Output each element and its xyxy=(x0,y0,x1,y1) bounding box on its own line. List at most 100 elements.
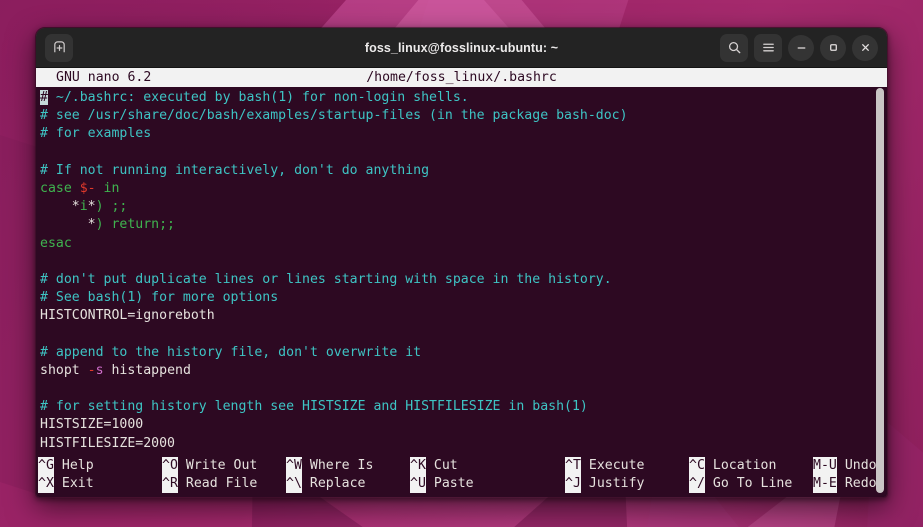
shortcut-key: ^\ xyxy=(286,475,302,493)
shortcut-key: ^T xyxy=(565,457,581,475)
shortcut-label: Where Is xyxy=(309,458,374,473)
code-segment: # don't put duplicate lines or lines sta… xyxy=(40,271,612,287)
shortcut-label: Help xyxy=(61,458,94,473)
code-line: # see /usr/share/doc/bash/examples/start… xyxy=(38,107,887,125)
shortcut-key: ^J xyxy=(565,475,581,493)
code-line: # append to the history file, don't over… xyxy=(38,344,887,362)
terminal-content-area[interactable]: GNU nano 6.2 /home/foss_linux/.bashrc # … xyxy=(36,68,887,497)
shortcut-key: ^G xyxy=(38,457,54,475)
shortcut-label: Redo xyxy=(844,476,877,491)
shortcut-label: Replace xyxy=(309,476,366,491)
code-line: esac xyxy=(38,235,887,253)
code-segment: i xyxy=(79,199,88,215)
code-line: HISTSIZE=1000 xyxy=(38,416,887,434)
terminal-window: foss_linux@fosslinux-ubuntu: ~ GNU nano … xyxy=(35,27,888,498)
code-segment: HISTSIZE=1000 xyxy=(40,417,144,433)
shortcut-label: Execute xyxy=(588,458,645,473)
shortcut-key: M-E xyxy=(813,475,837,493)
shortcut-label: Write Out xyxy=(185,458,258,473)
shortcut-help[interactable]: ^G Help xyxy=(38,457,162,475)
maximize-button[interactable] xyxy=(820,34,846,61)
shortcut-exit[interactable]: ^X Exit xyxy=(38,475,162,493)
code-segment: in xyxy=(95,180,120,196)
code-segment: # See bash(1) for more options xyxy=(40,290,279,306)
shortcut-go-to-line[interactable]: ^/ Go To Line xyxy=(689,475,813,493)
shortcut-label: Go To Line xyxy=(712,476,793,491)
window-titlebar: foss_linux@fosslinux-ubuntu: ~ xyxy=(36,28,887,68)
shortcut-label: Justify xyxy=(588,476,645,491)
code-line: # ~/.bashrc: executed by bash(1) for non… xyxy=(38,89,887,107)
terminal-scrollbar[interactable] xyxy=(876,88,884,493)
titlebar-controls xyxy=(720,33,878,62)
shortcut-key: M-U xyxy=(813,457,837,475)
code-line: *) return;; xyxy=(38,216,887,234)
shortcut-location[interactable]: ^C Location xyxy=(689,457,813,475)
code-segment: # append to the history file, don't over… xyxy=(40,344,422,360)
code-segment: # for setting history length see HISTSIZ… xyxy=(40,399,588,415)
code-segment: - xyxy=(87,362,96,378)
code-segment: * xyxy=(40,199,80,215)
code-segment: s xyxy=(95,362,104,378)
code-segment: * xyxy=(40,217,96,233)
menu-button[interactable] xyxy=(754,33,782,62)
code-line: # don't put duplicate lines or lines sta… xyxy=(38,271,887,289)
shortcut-key: ^R xyxy=(162,475,178,493)
shortcut-label: Read File xyxy=(185,476,258,491)
shortcut-key: ^W xyxy=(286,457,302,475)
code-line: HISTFILESIZE=2000 xyxy=(38,435,887,453)
code-segment: # If not running interactively, don't do… xyxy=(40,162,430,178)
close-button[interactable] xyxy=(852,34,878,61)
shortcut-key: ^/ xyxy=(689,475,705,493)
new-tab-button[interactable] xyxy=(45,33,73,62)
shortcut-replace[interactable]: ^\ Replace xyxy=(286,475,410,493)
search-button[interactable] xyxy=(720,33,748,62)
code-line: # for setting history length see HISTSIZ… xyxy=(38,398,887,416)
shortcut-paste[interactable]: ^U Paste xyxy=(410,475,565,493)
code-segment: # for examples xyxy=(40,126,152,142)
shortcut-key: ^U xyxy=(410,475,426,493)
shortcut-row: ^G Help ^O Write Out ^W Where Is ^K Cut ^T Execut… xyxy=(38,457,887,475)
code-line: *i*) ;; xyxy=(38,198,887,216)
code-line: shopt -s histappend xyxy=(38,362,887,380)
code-line: # for examples xyxy=(38,125,887,143)
shortcut-label: Cut xyxy=(433,458,458,473)
maximize-icon xyxy=(827,41,840,54)
code-segment: ) ;; xyxy=(95,199,128,215)
shortcut-write-out[interactable]: ^O Write Out xyxy=(162,457,286,475)
shortcut-execute[interactable]: ^T Execute xyxy=(565,457,689,475)
nano-editor-text[interactable]: # ~/.bashrc: executed by bash(1) for non… xyxy=(36,87,887,453)
shortcut-label: Paste xyxy=(433,476,474,491)
shortcut-where-is[interactable]: ^W Where Is xyxy=(286,457,410,475)
shortcut-key: ^O xyxy=(162,457,178,475)
shortcut-cut[interactable]: ^K Cut xyxy=(410,457,565,475)
minimize-button[interactable] xyxy=(788,34,814,61)
code-segment: $- xyxy=(79,180,96,196)
nano-titlebar: GNU nano 6.2 /home/foss_linux/.bashrc xyxy=(36,68,887,87)
code-segment: # see /usr/share/doc/bash/examples/start… xyxy=(40,108,628,124)
shortcut-key: ^X xyxy=(38,475,54,493)
minimize-icon xyxy=(795,41,808,54)
search-icon xyxy=(727,40,742,55)
shortcut-label: Location xyxy=(712,458,777,473)
shortcut-justify[interactable]: ^J Justify xyxy=(565,475,689,493)
new-tab-icon xyxy=(52,40,67,55)
code-segment: ) return;; xyxy=(95,217,175,233)
shortcut-read-file[interactable]: ^R Read File xyxy=(162,475,286,493)
shortcut-key: ^K xyxy=(410,457,426,475)
nano-filename-label: /home/foss_linux/.bashrc xyxy=(366,70,557,85)
code-line: # See bash(1) for more options xyxy=(38,289,887,307)
scrollbar-thumb[interactable] xyxy=(876,88,884,493)
shortcut-key: ^C xyxy=(689,457,705,475)
code-segment: shopt xyxy=(40,362,88,378)
code-segment: # xyxy=(40,90,48,105)
shortcut-label: Undo xyxy=(844,458,877,473)
code-line: case $- in xyxy=(38,180,887,198)
nano-shortcut-bar: ^G Help ^O Write Out ^W Where Is ^K Cut ^T Execut… xyxy=(36,454,887,497)
shortcut-label: Exit xyxy=(61,476,94,491)
close-icon xyxy=(859,41,872,54)
code-segment: histappend xyxy=(103,362,191,378)
code-segment: * xyxy=(87,199,96,215)
